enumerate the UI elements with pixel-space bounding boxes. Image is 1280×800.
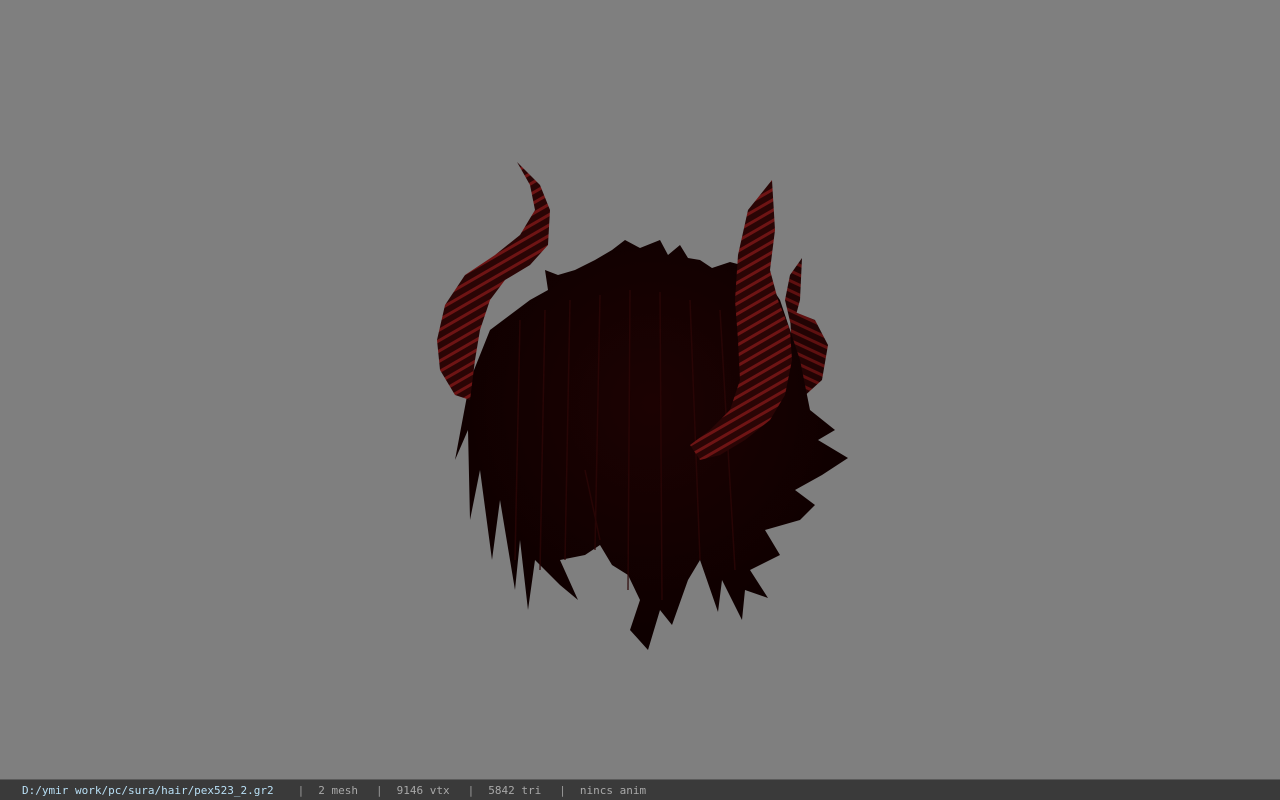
vertex-count: 9146 vtx [396, 783, 450, 797]
mesh-count: 2 mesh [318, 783, 359, 797]
animation-status: nincs anim [579, 783, 647, 797]
separator: | [297, 783, 305, 797]
3d-viewport[interactable] [0, 0, 1280, 779]
hair-model-render [437, 162, 848, 650]
file-path: D:/ymir work/pc/sura/hair/pex523_2.gr2 [22, 783, 274, 797]
separator: | [467, 783, 475, 797]
separator: | [376, 783, 383, 797]
separator: | [559, 783, 566, 797]
status-bar: D:/ymir work/pc/sura/hair/pex523_2.gr2 |… [0, 779, 1280, 800]
triangle-count: 5842 tri [488, 783, 542, 797]
